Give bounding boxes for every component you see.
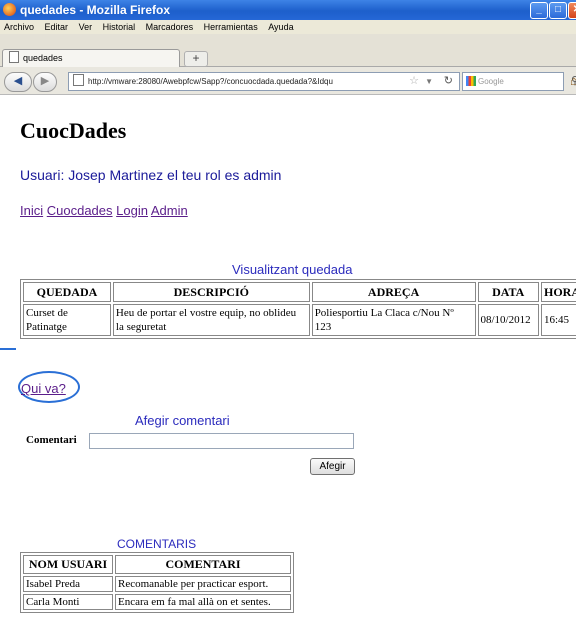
header-data: DATA xyxy=(477,282,539,302)
minimize-icon[interactable]: _ xyxy=(530,2,548,19)
maximize-icon[interactable]: □ xyxy=(549,2,567,19)
home-icon[interactable]: ⌂ xyxy=(570,72,576,89)
close-icon[interactable]: ✕ xyxy=(568,2,576,19)
search-field[interactable]: Google ⚲ xyxy=(462,72,576,91)
forward-button[interactable]: ▶ xyxy=(33,72,57,92)
browser-window: quedades - Mozilla Firefox _ □ ✕ Archivo… xyxy=(0,0,576,641)
title-bar: quedades - Mozilla Firefox _ □ ✕ xyxy=(0,0,576,20)
table-row: Isabel Preda Recomanable per practicar e… xyxy=(23,576,291,592)
menu-ayuda[interactable]: Ayuda xyxy=(268,22,293,32)
header-comentari: COMENTARI xyxy=(115,555,291,574)
table-header-row: QUEDADA DESCRIPCIÓ ADREÇA DATA HORA xyxy=(23,282,576,302)
cell-nom-usuari: Carla Monti xyxy=(23,594,113,610)
quedada-table: QUEDADA DESCRIPCIÓ ADREÇA DATA HORA Curs… xyxy=(20,279,576,339)
header-adreca: ADREÇA xyxy=(311,282,476,302)
cell-adreca: Poliesportiu La Claca c/Nou Nº 123 xyxy=(311,304,476,336)
cell-data: 08/10/2012 xyxy=(477,304,539,336)
link-admin[interactable]: Admin xyxy=(151,203,188,218)
menu-historial[interactable]: Historial xyxy=(103,22,136,32)
navigation-bar: ◀ ▶ http://vmware:28080/Awebpfcw/Sapp?/c… xyxy=(0,67,576,95)
menu-ver[interactable]: Ver xyxy=(79,22,93,32)
comentari-label: Comentari xyxy=(26,434,77,446)
window-title: quedades - Mozilla Firefox xyxy=(20,3,171,17)
table-row: Carla Monti Encara em fa mal allà on et … xyxy=(23,594,291,610)
dropdown-arrow-icon[interactable]: ▼ xyxy=(425,73,433,90)
cell-quedada: Curset de Patinatge xyxy=(23,304,111,336)
firefox-logo-icon xyxy=(3,3,16,16)
page-icon xyxy=(73,74,84,86)
user-info: Usuari: Josep Martinez el teu rol es adm… xyxy=(20,167,282,183)
nav-links: Inici Cuocdades Login Admin xyxy=(20,203,188,218)
page-content: CuocDades Usuari: Josep Martinez el teu … xyxy=(0,95,576,641)
header-descripcio: DESCRIPCIÓ xyxy=(112,282,310,302)
comentari-input[interactable] xyxy=(89,433,354,449)
afegir-comentari-title: Afegir comentari xyxy=(135,413,230,428)
menu-marcadores[interactable]: Marcadores xyxy=(146,22,194,32)
quedada-title: Visualitzant quedada xyxy=(232,262,353,277)
search-placeholder: Google xyxy=(478,77,504,86)
url-field[interactable]: http://vmware:28080/Awebpfcw/Sapp?/concu… xyxy=(68,72,460,91)
menu-editar[interactable]: Editar xyxy=(45,22,69,32)
menu-bar: Archivo Editar Ver Historial Marcadores … xyxy=(0,20,576,34)
qui-va-link[interactable]: Qui va? xyxy=(21,381,66,396)
link-inici[interactable]: Inici xyxy=(20,203,43,218)
table-header-row: NOM USUARI COMENTARI xyxy=(23,555,291,574)
back-button[interactable]: ◀ xyxy=(4,72,32,92)
bookmark-star-icon[interactable]: ☆ xyxy=(409,73,419,90)
new-tab-button[interactable]: + xyxy=(184,51,208,67)
cell-hora: 16:45 xyxy=(540,304,576,336)
cell-nom-usuari: Isabel Preda xyxy=(23,576,113,592)
tab-quedades[interactable]: quedades xyxy=(2,49,180,67)
cell-descripcio: Heu de portar el vostre equip, no oblide… xyxy=(112,304,310,336)
table-row: Curset de Patinatge Heu de portar el vos… xyxy=(23,304,576,336)
tab-bar: quedades + xyxy=(0,34,576,67)
link-cuocdades[interactable]: Cuocdades xyxy=(47,203,113,218)
reload-icon[interactable]: ↻ xyxy=(444,73,453,90)
header-quedada: QUEDADA xyxy=(23,282,111,302)
comentaris-table: NOM USUARI COMENTARI Isabel Preda Recoma… xyxy=(20,552,294,613)
afegir-button[interactable]: Afegir xyxy=(310,458,355,475)
cell-comentari: Recomanable per practicar esport. xyxy=(115,576,291,592)
header-hora: HORA xyxy=(540,282,576,302)
tab-label: quedades xyxy=(23,53,63,63)
header-nom-usuari: NOM USUARI xyxy=(23,555,113,574)
cell-comentari: Encara em fa mal allà on et sentes. xyxy=(115,594,291,610)
menu-herramientas[interactable]: Herramientas xyxy=(204,22,258,32)
google-icon xyxy=(466,76,476,86)
link-login[interactable]: Login xyxy=(116,203,148,218)
menu-archivo[interactable]: Archivo xyxy=(4,22,34,32)
forward-arrow-icon: ▶ xyxy=(40,75,50,87)
back-arrow-icon: ◀ xyxy=(13,75,23,87)
comentaris-title: COMENTARIS xyxy=(117,537,197,551)
page-title: CuocDades xyxy=(20,118,127,143)
annotation-line xyxy=(0,348,16,350)
url-text: http://vmware:28080/Awebpfcw/Sapp?/concu… xyxy=(88,77,333,86)
page-icon xyxy=(9,51,19,63)
